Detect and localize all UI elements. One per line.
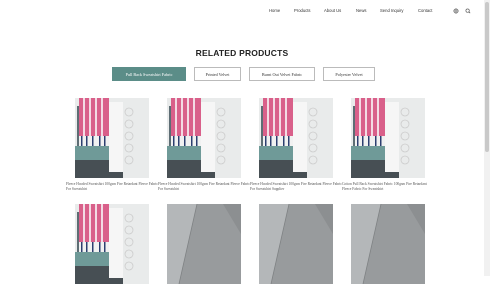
category-tab-polyester-velvet[interactable]: Polyester Velvet xyxy=(323,67,375,81)
product-caption[interactable]: Fleece Hooded Sweatshirt 100gsm Fire Ret… xyxy=(66,182,158,192)
nav-send-inquiry[interactable]: Send Inquiry xyxy=(380,8,404,13)
page-title: RELATED PRODUCTS xyxy=(195,47,289,58)
product-image[interactable] xyxy=(75,98,149,178)
fabric-photo xyxy=(167,98,241,178)
product-image[interactable] xyxy=(167,204,241,284)
product-image[interactable] xyxy=(75,204,149,284)
fabric-photo xyxy=(167,204,241,284)
nav-products[interactable]: Products xyxy=(294,8,311,13)
product-image[interactable] xyxy=(259,204,333,284)
nav-contact[interactable]: Contact xyxy=(418,8,432,13)
fabric-photo xyxy=(351,204,425,284)
product-image[interactable] xyxy=(351,204,425,284)
nav-news[interactable]: News xyxy=(356,8,366,13)
category-tab-pull-back-sweatshirt-fabric[interactable]: Pull Back Sweatshirt Fabric xyxy=(112,67,186,81)
fabric-photo xyxy=(259,204,333,284)
page-scrollbar[interactable] xyxy=(484,0,490,276)
search-icon[interactable] xyxy=(465,8,471,14)
nav-home[interactable]: Home xyxy=(269,8,280,13)
nav-about-us[interactable]: About Us xyxy=(324,8,341,13)
product-caption[interactable]: Fleece Hooded Sweatshirt 100gsm Fire Ret… xyxy=(250,182,342,192)
product-image[interactable] xyxy=(259,98,333,178)
category-tab-burnt-out-velvet-fabric[interactable]: Burnt Out Velvet Fabric xyxy=(249,67,315,81)
product-image[interactable] xyxy=(351,98,425,178)
fabric-photo xyxy=(75,204,149,284)
product-image[interactable] xyxy=(167,98,241,178)
fabric-photo xyxy=(75,98,149,178)
fabric-photo xyxy=(259,98,333,178)
fabric-photo xyxy=(351,98,425,178)
globe-icon[interactable] xyxy=(453,8,459,14)
product-caption[interactable]: Fleece Hooded Sweatshirt 100gsm Fire Ret… xyxy=(158,182,250,192)
top-nav: Home Products About Us News Send Inquiry… xyxy=(0,8,484,18)
category-tab-printed-velvet[interactable]: Printed Velvet xyxy=(194,67,241,81)
scrollbar-thumb[interactable] xyxy=(485,2,489,152)
product-caption[interactable]: Cotton Pull Back Sweatshirt Fabric 100gs… xyxy=(342,182,434,192)
